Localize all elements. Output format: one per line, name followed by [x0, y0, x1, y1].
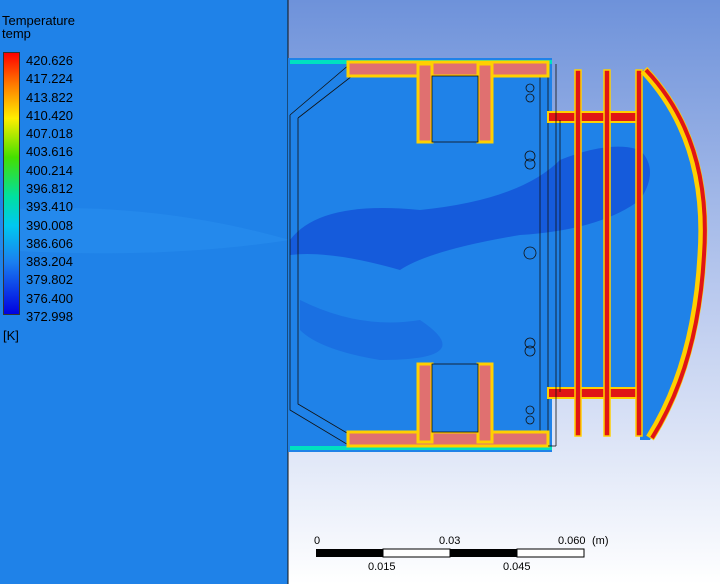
scale-bar-unit: (m)	[592, 535, 609, 547]
scale-bar-top-label: 0.03	[439, 535, 461, 547]
legend-tick-label: 400.214	[26, 162, 73, 178]
legend-unit: [K]	[3, 328, 19, 343]
temperature-legend: Temperature temp 420.626 417.224 413.822 41…	[0, 0, 110, 360]
scale-bar-bottom-label: 0.045	[503, 561, 531, 573]
scale-bar-top-label: 0	[314, 535, 321, 547]
scale-bar: 0 0.03 0.060 0.015 0.045 (m)	[300, 530, 620, 580]
legend-tick-label: 372.998	[26, 309, 73, 324]
legend-tick-label: 403.616	[26, 144, 73, 160]
legend-tick-label: 417.224	[26, 71, 73, 87]
legend-tick-label: 376.400	[26, 290, 73, 306]
legend-tick-label: 413.822	[26, 89, 73, 105]
legend-tick-label: 386.606	[26, 235, 73, 251]
scale-bar-bottom-label: 0.015	[368, 561, 396, 573]
legend-colorbar	[3, 52, 20, 315]
scale-bar-top-label: 0.060	[558, 535, 586, 547]
legend-tick-label: 410.420	[26, 107, 73, 123]
legend-tick-label: 383.204	[26, 254, 73, 270]
legend-tick-label: 393.410	[26, 199, 73, 215]
legend-tick-label: 407.018	[26, 126, 73, 142]
legend-tick-label: 396.812	[26, 181, 73, 196]
legend-tick-label: 420.626	[26, 53, 73, 68]
legend-tick-label: 390.008	[26, 217, 73, 233]
legend-subtitle: temp	[2, 26, 31, 41]
legend-tick-label: 379.802	[26, 272, 73, 288]
